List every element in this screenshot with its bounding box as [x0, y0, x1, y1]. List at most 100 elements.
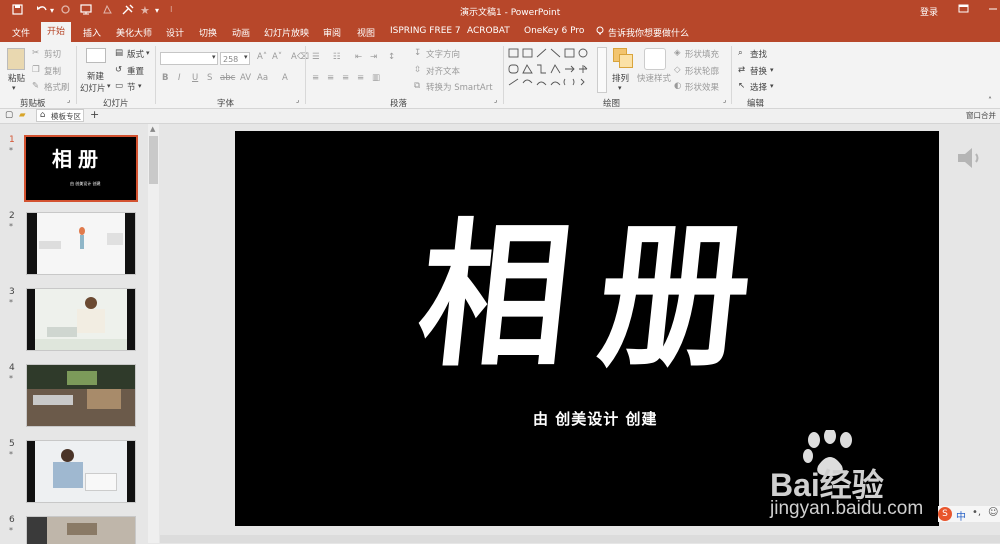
- tell-me-search[interactable]: 告诉我你想要做什么: [608, 26, 689, 39]
- format-painter-icon[interactable]: ✎: [32, 81, 39, 91]
- tab-view[interactable]: 视图: [357, 26, 375, 39]
- replace-button[interactable]: 替换: [750, 65, 767, 77]
- font-name-dropdown-icon[interactable]: ▾: [212, 53, 216, 61]
- touch-mode-icon[interactable]: [102, 4, 113, 18]
- strikethrough-icon[interactable]: abc: [220, 73, 235, 83]
- reset-button[interactable]: 重置: [127, 65, 144, 77]
- tab-design[interactable]: 设计: [166, 26, 184, 39]
- change-case-icon[interactable]: Aa: [257, 73, 268, 83]
- shape-outline-button[interactable]: 形状轮廓: [685, 65, 719, 77]
- thumbnail-scrollbar[interactable]: [148, 124, 159, 543]
- tab-transitions[interactable]: 切换: [199, 26, 217, 39]
- minimize-icon[interactable]: [988, 3, 998, 17]
- replace-icon[interactable]: ⇄: [738, 65, 745, 75]
- brush-icon[interactable]: [122, 4, 134, 18]
- layout-dropdown-icon[interactable]: ▾: [146, 49, 150, 57]
- text-direction-button[interactable]: 文字方向: [426, 48, 460, 60]
- shape-effects-button[interactable]: 形状效果: [685, 81, 719, 93]
- smartart-button[interactable]: 转换为 SmartArt: [426, 81, 493, 93]
- arrange-button[interactable]: 排列: [612, 72, 629, 84]
- slide-thumbnail-6[interactable]: [26, 516, 136, 544]
- italic-icon[interactable]: I: [178, 73, 181, 83]
- shape-fill-icon[interactable]: ◈: [674, 48, 681, 58]
- font-size-dropdown-icon[interactable]: ▾: [244, 53, 248, 61]
- shapes-gallery-scroll[interactable]: [597, 47, 607, 93]
- text-direction-icon[interactable]: ↧: [414, 48, 421, 58]
- save-icon[interactable]: [12, 4, 23, 18]
- smartart-icon[interactable]: ⧉: [414, 81, 420, 91]
- slide-thumbnail-4[interactable]: [26, 364, 136, 427]
- thumbnail-scrollbar-thumb[interactable]: [149, 136, 158, 184]
- quick-styles-icon[interactable]: [644, 48, 666, 70]
- align-text-icon[interactable]: ⇳: [414, 65, 421, 75]
- new-slide-label-2[interactable]: 幻灯片: [80, 82, 106, 94]
- ime-mode[interactable]: 中: [956, 508, 966, 523]
- window-merge-button[interactable]: 窗口合并: [966, 110, 996, 121]
- tab-meihua[interactable]: 美化大师: [116, 26, 152, 39]
- bold-icon[interactable]: B: [162, 73, 168, 83]
- slide-subtitle[interactable]: 由 创美设计 创建: [533, 408, 657, 429]
- tab-review[interactable]: 审阅: [323, 26, 341, 39]
- ime-punct-icon[interactable]: •,: [972, 507, 981, 518]
- decrease-indent-icon[interactable]: ⇤: [355, 52, 362, 62]
- char-spacing-icon[interactable]: AV: [240, 73, 251, 83]
- align-text-button[interactable]: 对齐文本: [426, 65, 460, 77]
- slide-thumbnail-3[interactable]: [26, 288, 136, 351]
- clear-format-icon[interactable]: A⌫: [291, 52, 309, 62]
- present-icon[interactable]: [80, 4, 92, 18]
- collapse-ribbon-icon[interactable]: ˄: [988, 96, 992, 105]
- align-right-icon[interactable]: ≡: [342, 73, 349, 83]
- select-button[interactable]: 选择: [750, 81, 767, 93]
- find-button[interactable]: 查找: [750, 48, 767, 60]
- arrange-dropdown-icon[interactable]: ▾: [618, 84, 622, 92]
- folder-icon[interactable]: ▰: [19, 110, 26, 120]
- notes-pane-edge[interactable]: [160, 535, 1000, 543]
- shrink-font-icon[interactable]: A˅: [272, 52, 282, 62]
- section-button[interactable]: 节: [127, 81, 136, 93]
- paste-button[interactable]: 粘贴: [8, 72, 25, 84]
- grow-font-icon[interactable]: A˄: [257, 52, 267, 62]
- layout-icon[interactable]: ▤: [115, 48, 123, 58]
- align-center-icon[interactable]: ≡: [327, 73, 334, 83]
- add-tab-icon[interactable]: +: [90, 108, 99, 121]
- slide-thumbnail-2[interactable]: [26, 212, 136, 275]
- select-icon[interactable]: ↖: [738, 81, 745, 91]
- tab-animations[interactable]: 动画: [232, 26, 250, 39]
- tab-file[interactable]: 文件: [12, 26, 30, 39]
- customize-qa-icon[interactable]: ▾: [155, 6, 159, 15]
- ime-toolbar[interactable]: S 中 •, ☺: [938, 506, 1000, 523]
- new-slide-dropdown-icon[interactable]: ▾: [107, 82, 111, 90]
- tab-ispring[interactable]: ISPRING FREE 7: [390, 26, 461, 36]
- login-link[interactable]: 登录: [920, 5, 938, 18]
- cut-button[interactable]: 剪切: [44, 48, 61, 60]
- shapes-gallery[interactable]: [507, 47, 597, 91]
- increase-indent-icon[interactable]: ⇥: [370, 52, 377, 62]
- paste-icon[interactable]: [7, 48, 25, 70]
- drawing-launcher-icon[interactable]: ⌟: [723, 96, 726, 104]
- speaker-icon[interactable]: [955, 146, 985, 173]
- tab-insert[interactable]: 插入: [83, 26, 101, 39]
- redo-icon[interactable]: [60, 4, 71, 18]
- tab-home[interactable]: 开始: [41, 22, 72, 42]
- star-icon[interactable]: ★: [140, 4, 150, 17]
- paragraph-launcher-icon[interactable]: ⌟: [494, 96, 497, 104]
- format-painter-button[interactable]: 格式刷: [44, 81, 70, 93]
- layout-button[interactable]: 版式: [127, 48, 144, 60]
- ime-emoji-icon[interactable]: ☺: [988, 507, 998, 518]
- scroll-up-icon[interactable]: ▲: [150, 125, 155, 133]
- columns-icon[interactable]: ▥: [372, 73, 380, 83]
- line-spacing-icon[interactable]: ↕: [388, 52, 395, 62]
- shadow-icon[interactable]: S: [207, 73, 212, 83]
- tab-acrobat[interactable]: ACROBAT: [467, 26, 510, 36]
- bullets-icon[interactable]: ☰: [312, 52, 320, 62]
- tab-slideshow[interactable]: 幻灯片放映: [264, 26, 309, 39]
- reset-icon[interactable]: ↺: [115, 65, 122, 75]
- align-left-icon[interactable]: ≡: [312, 73, 319, 83]
- tab-template-zone[interactable]: ⌂ 模板专区: [36, 109, 84, 122]
- shape-effects-icon[interactable]: ◐: [674, 81, 681, 91]
- tab-onekey[interactable]: OneKey 6 Pro: [524, 26, 584, 36]
- new-slide-label-1[interactable]: 新建: [87, 70, 104, 82]
- qa-more-icon[interactable]: ⁝: [170, 5, 173, 14]
- copy-icon[interactable]: ❐: [32, 65, 40, 75]
- slide-thumbnail-5[interactable]: [26, 440, 136, 503]
